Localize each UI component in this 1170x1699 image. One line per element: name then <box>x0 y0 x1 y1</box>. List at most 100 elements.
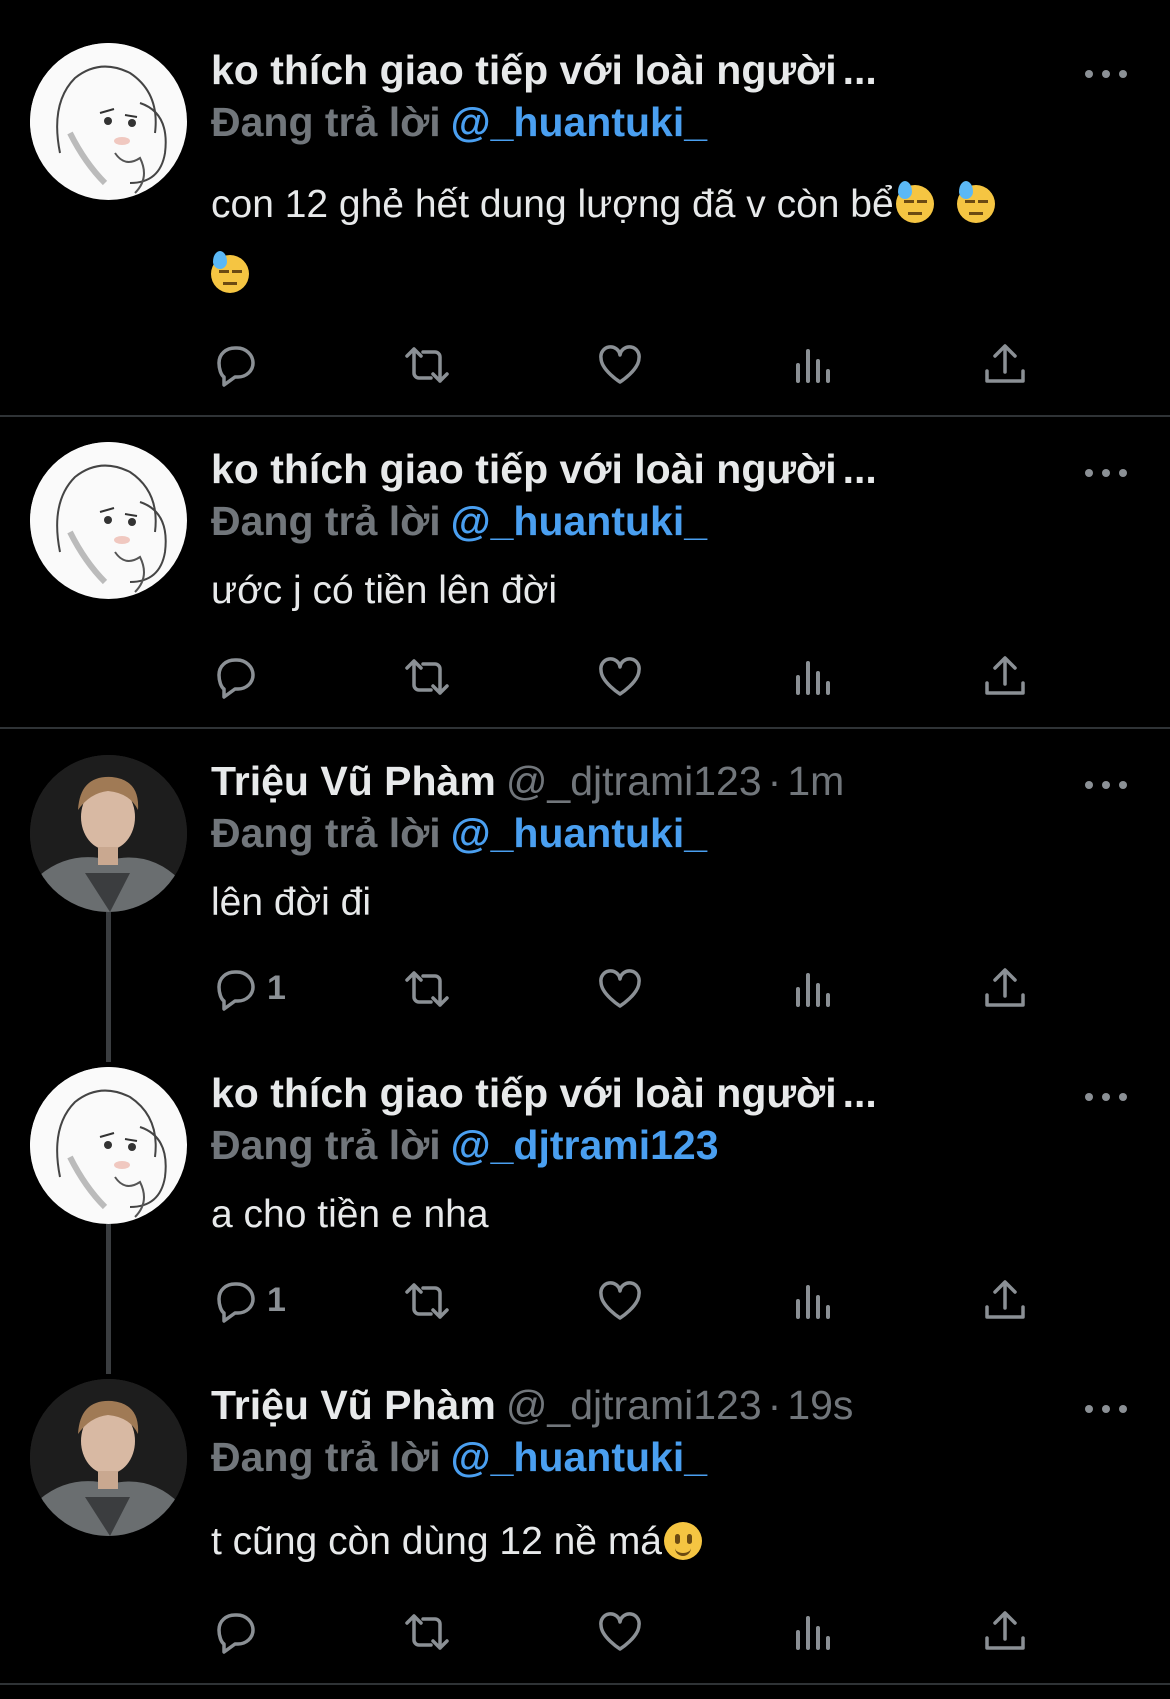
retweet-icon <box>405 1614 449 1650</box>
replying-label: Đang trả lời <box>211 99 441 145</box>
reply-mention-link[interactable]: @_huantuki_ <box>451 1434 707 1480</box>
like-icon <box>599 1281 641 1320</box>
reply-icon <box>217 1613 255 1654</box>
tweet-header: ko thích giao tiếp với loài người... <box>211 1065 877 1121</box>
like-icon <box>599 969 641 1008</box>
reply-icon <box>217 970 255 1011</box>
tweet-actions <box>211 653 1051 707</box>
replying-to: Đang trả lời @_huantuki_ <box>211 805 707 861</box>
replying-to: Đang trả lời @_huantuki_ <box>211 94 707 150</box>
replying-label: Đang trả lời <box>211 810 441 856</box>
share-icon <box>985 344 1025 383</box>
more-options-icon[interactable] <box>1085 463 1133 483</box>
views-button[interactable] <box>789 653 837 707</box>
thread-connector <box>106 912 111 1062</box>
like-button[interactable] <box>596 653 644 707</box>
more-options-icon[interactable] <box>1085 1399 1133 1419</box>
reply-icon <box>217 658 255 699</box>
reply-mention-link[interactable]: @_djtrami123 <box>451 1122 719 1168</box>
avatar-sketch[interactable] <box>30 442 187 599</box>
views-button[interactable] <box>789 965 837 1019</box>
reply-button[interactable]: 1 <box>211 1277 286 1331</box>
tweet-header: ko thích giao tiếp với loài người... <box>211 42 877 98</box>
replying-label: Đang trả lời <box>211 1122 441 1168</box>
like-button[interactable] <box>596 1277 644 1331</box>
author-name[interactable]: Triệu Vũ Phàm <box>211 758 496 804</box>
views-icon <box>796 973 830 1007</box>
reply-button[interactable] <box>211 341 259 395</box>
share-button[interactable] <box>981 1277 1029 1331</box>
retweet-button[interactable] <box>403 653 451 707</box>
share-icon <box>985 1611 1025 1650</box>
avatar-photo[interactable] <box>30 1379 187 1536</box>
tweet-divider <box>0 1683 1170 1685</box>
retweet-button[interactable] <box>403 1608 451 1662</box>
name-truncation: ... <box>842 1070 877 1116</box>
avatar-sketch[interactable] <box>30 1067 187 1224</box>
tweet-header: Triệu Vũ Phàm @_djtrami123 · 19s <box>211 1377 853 1433</box>
meta-separator: · <box>767 1382 782 1428</box>
reply-count: 1 <box>267 1281 286 1319</box>
tweet-divider <box>0 415 1170 417</box>
tweet-actions: 1 <box>211 1277 1051 1331</box>
views-icon <box>796 661 830 695</box>
tweet-text-content: con 12 ghẻ hết dung lượng đã v còn bể <box>211 183 894 226</box>
like-button[interactable] <box>596 341 644 395</box>
more-options-icon[interactable] <box>1085 1087 1133 1107</box>
replying-to: Đang trả lời @_djtrami123 <box>211 1117 719 1173</box>
avatar-sketch[interactable] <box>30 43 187 200</box>
like-icon <box>599 345 641 384</box>
tweet-header: Triệu Vũ Phàm @_djtrami123 · 1m <box>211 753 844 809</box>
name-truncation: ... <box>842 47 877 93</box>
tweet-text: t cũng còn dùng 12 nề má <box>211 1507 1091 1577</box>
timestamp[interactable]: 19s <box>787 1382 853 1428</box>
author-handle[interactable]: @_djtrami123 <box>506 1382 762 1428</box>
reply-button[interactable] <box>211 653 259 707</box>
replying-to: Đang trả lời @_huantuki_ <box>211 493 707 549</box>
more-options-icon[interactable] <box>1085 775 1133 795</box>
replying-label: Đang trả lời <box>211 1434 441 1480</box>
downcast-sweat-face-emoji <box>895 181 934 223</box>
reply-mention-link[interactable]: @_huantuki_ <box>451 498 707 544</box>
author-name[interactable]: ko thích giao tiếp với loài người <box>211 446 837 492</box>
slightly-smiling-face-emoji <box>664 1522 702 1560</box>
like-button[interactable] <box>596 965 644 1019</box>
share-button[interactable] <box>981 653 1029 707</box>
views-button[interactable] <box>789 341 837 395</box>
tweet-text: con 12 ghẻ hết dung lượng đã v còn bể <box>211 170 1091 310</box>
downcast-sweat-face-emoji <box>211 251 249 293</box>
share-button[interactable] <box>981 341 1029 395</box>
more-options-icon[interactable] <box>1085 64 1133 84</box>
views-button[interactable] <box>789 1608 837 1662</box>
reply-button[interactable] <box>211 1608 259 1662</box>
tweet-text: a cho tiền e nha <box>211 1193 489 1236</box>
reply-count: 1 <box>267 969 286 1007</box>
like-button[interactable] <box>596 1608 644 1662</box>
tweet-text: lên đời đi <box>211 881 371 924</box>
reply-icon <box>217 346 255 387</box>
author-name[interactable]: Triệu Vũ Phàm <box>211 1382 496 1428</box>
share-button[interactable] <box>981 1608 1029 1662</box>
tweet-actions: 1 <box>211 965 1051 1019</box>
retweet-button[interactable] <box>403 965 451 1019</box>
retweet-icon <box>405 1283 449 1319</box>
share-icon <box>985 968 1025 1007</box>
avatar-photo[interactable] <box>30 755 187 912</box>
replying-to: Đang trả lời @_huantuki_ <box>211 1429 707 1485</box>
timestamp[interactable]: 1m <box>787 758 844 804</box>
reply-mention-link[interactable]: @_huantuki_ <box>451 810 707 856</box>
replying-label: Đang trả lời <box>211 498 441 544</box>
retweet-button[interactable] <box>403 1277 451 1331</box>
reply-mention-link[interactable]: @_huantuki_ <box>451 99 707 145</box>
retweet-icon <box>405 971 449 1007</box>
author-name[interactable]: ko thích giao tiếp với loài người <box>211 47 837 93</box>
author-name[interactable]: ko thích giao tiếp với loài người <box>211 1070 837 1116</box>
reply-icon <box>217 1282 255 1323</box>
share-button[interactable] <box>981 965 1029 1019</box>
author-handle[interactable]: @_djtrami123 <box>506 758 762 804</box>
retweet-button[interactable] <box>403 341 451 395</box>
like-icon <box>599 657 641 696</box>
reply-button[interactable]: 1 <box>211 965 286 1019</box>
thread-connector <box>106 1224 111 1374</box>
views-button[interactable] <box>789 1277 837 1331</box>
